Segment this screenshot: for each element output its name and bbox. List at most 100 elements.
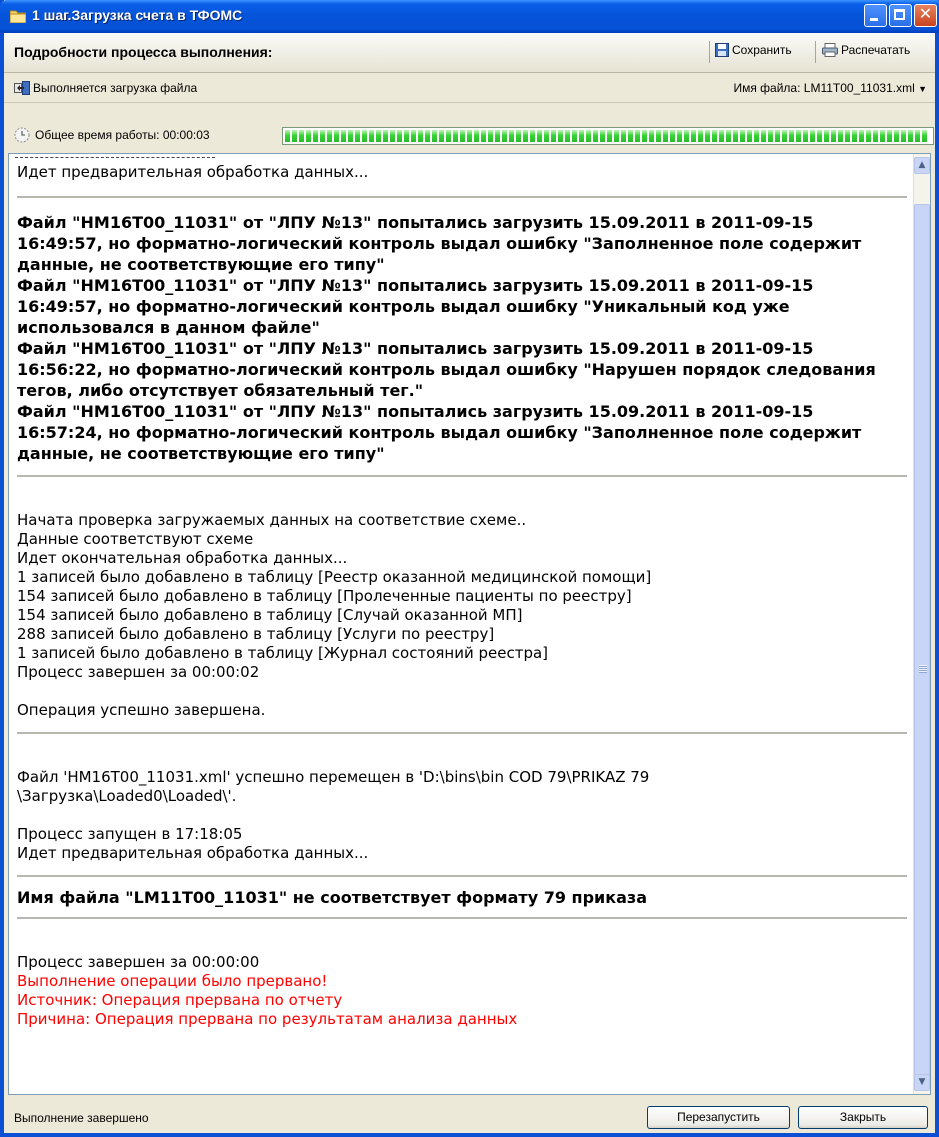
- progress-segment: [376, 130, 381, 142]
- progress-segment: [467, 130, 472, 142]
- log-text: Идет предварительная обработка данных...…: [9, 154, 915, 1029]
- progress-segment: [544, 130, 549, 142]
- progress-segment: [586, 130, 591, 142]
- progress-segment: [915, 130, 920, 142]
- scrollbar-thumb[interactable]: [914, 204, 930, 1084]
- filename-selector[interactable]: Имя файла: LM11T00_11031.xml ▼: [733, 81, 927, 95]
- save-icon: [715, 43, 729, 57]
- progress-segment: [754, 130, 759, 142]
- print-button[interactable]: Распечатать: [822, 43, 910, 57]
- progress-segment: [649, 130, 654, 142]
- divider: [17, 475, 907, 477]
- progress-bar: [282, 127, 934, 145]
- clipped-text-line: [15, 154, 215, 158]
- footer: Выполнение завершено Перезапустить Закры…: [4, 1098, 935, 1133]
- log-block: Файл 'HM16T00_11031.xml' успешно перемещ…: [17, 768, 650, 862]
- progress-segment: [656, 130, 661, 142]
- completion-status: Выполнение завершено: [14, 1111, 149, 1125]
- log-line: Идет предварительная обработка данных...: [17, 163, 369, 181]
- progress-segment: [733, 130, 738, 142]
- print-icon: [822, 43, 838, 57]
- progress-segment: [607, 130, 612, 142]
- filename-label: Имя файла:: [733, 81, 801, 95]
- progress-segment: [537, 130, 542, 142]
- progress-segment: [327, 130, 332, 142]
- progress-segment: [852, 130, 857, 142]
- progress-segment: [719, 130, 724, 142]
- progress-segment: [873, 130, 878, 142]
- filename-value: LM11T00_11031.xml: [803, 81, 915, 95]
- timer: Общее время работы: 00:00:03: [14, 127, 210, 143]
- progress-segment: [740, 130, 745, 142]
- progress-segment: [803, 130, 808, 142]
- progress-segment: [411, 130, 416, 142]
- progress-segment: [600, 130, 605, 142]
- log-panel[interactable]: Идет предварительная обработка данных...…: [8, 153, 931, 1095]
- details-toolbar: Подробности процесса выполнения: Сохрани…: [4, 33, 935, 73]
- progress-segment: [663, 130, 668, 142]
- close-window-button[interactable]: ✕: [914, 4, 937, 27]
- progress-segment: [292, 130, 297, 142]
- progress-segment: [614, 130, 619, 142]
- progress-segment: [397, 130, 402, 142]
- minimize-button[interactable]: [864, 4, 887, 27]
- print-label: Распечатать: [841, 43, 911, 57]
- progress-segment: [285, 130, 290, 142]
- vertical-scrollbar[interactable]: ▲ ▼: [913, 154, 930, 1094]
- toolbar-separator: [709, 41, 710, 63]
- main-window: 1 шаг.Загрузка счета в ТФОМС ✕ Подробнос…: [0, 0, 939, 1137]
- progress-segment: [677, 130, 682, 142]
- progress-segment: [551, 130, 556, 142]
- timer-row: Общее время работы: 00:00:03: [4, 121, 935, 151]
- details-label: Подробности процесса выполнения:: [14, 44, 273, 60]
- log-block: Начата проверка загружаемых данных на со…: [17, 511, 652, 719]
- progress-segment: [782, 130, 787, 142]
- save-button[interactable]: Сохранить: [715, 43, 792, 57]
- progress-segment: [866, 130, 871, 142]
- status-indicator: Выполняется загрузка файла: [14, 81, 197, 95]
- progress-segment: [838, 130, 843, 142]
- progress-segment: [901, 130, 906, 142]
- progress-segment: [684, 130, 689, 142]
- log-line: Процесс завершен за 00:00:00: [17, 953, 260, 971]
- dropdown-arrow-icon: ▼: [918, 84, 927, 94]
- progress-segment: [775, 130, 780, 142]
- progress-segment: [894, 130, 899, 142]
- progress-segment: [418, 130, 423, 142]
- progress-segment: [817, 130, 822, 142]
- scroll-up-icon[interactable]: ▲: [914, 157, 930, 174]
- progress-segment: [747, 130, 752, 142]
- error-block: Файл "HM16T00_11031" от "ЛПУ №13" попыта…: [17, 213, 876, 463]
- restart-button[interactable]: Перезапустить: [647, 1106, 790, 1129]
- progress-segment: [341, 130, 346, 142]
- divider: [17, 917, 907, 919]
- toolbar-separator: [815, 41, 816, 63]
- progress-segment: [810, 130, 815, 142]
- progress-segment: [796, 130, 801, 142]
- progress-segment: [593, 130, 598, 142]
- progress-segment: [621, 130, 626, 142]
- progress-segment: [726, 130, 731, 142]
- save-label: Сохранить: [732, 43, 792, 57]
- progress-segment: [691, 130, 696, 142]
- status-text: Выполняется загрузка файла: [33, 81, 198, 95]
- error-line: Имя файла "LM11T00_11031" не соответству…: [17, 888, 647, 907]
- progress-segment: [579, 130, 584, 142]
- status-row: Выполняется загрузка файла Имя файла: LM…: [4, 73, 935, 103]
- progress-segment: [670, 130, 675, 142]
- title-bar[interactable]: 1 шаг.Загрузка счета в ТФОМС ✕: [0, 0, 939, 33]
- scroll-down-icon[interactable]: ▼: [914, 1074, 930, 1091]
- progress-segment: [845, 130, 850, 142]
- clock-icon: [14, 127, 30, 143]
- progress-segment: [432, 130, 437, 142]
- maximize-button[interactable]: [889, 4, 912, 27]
- loading-icon: [14, 81, 30, 95]
- progress-segment: [299, 130, 304, 142]
- progress-segment: [334, 130, 339, 142]
- close-button[interactable]: Закрыть: [798, 1106, 928, 1129]
- progress-segment: [635, 130, 640, 142]
- progress-segment: [523, 130, 528, 142]
- progress-segment: [481, 130, 486, 142]
- progress-segment: [460, 130, 465, 142]
- progress-segment: [516, 130, 521, 142]
